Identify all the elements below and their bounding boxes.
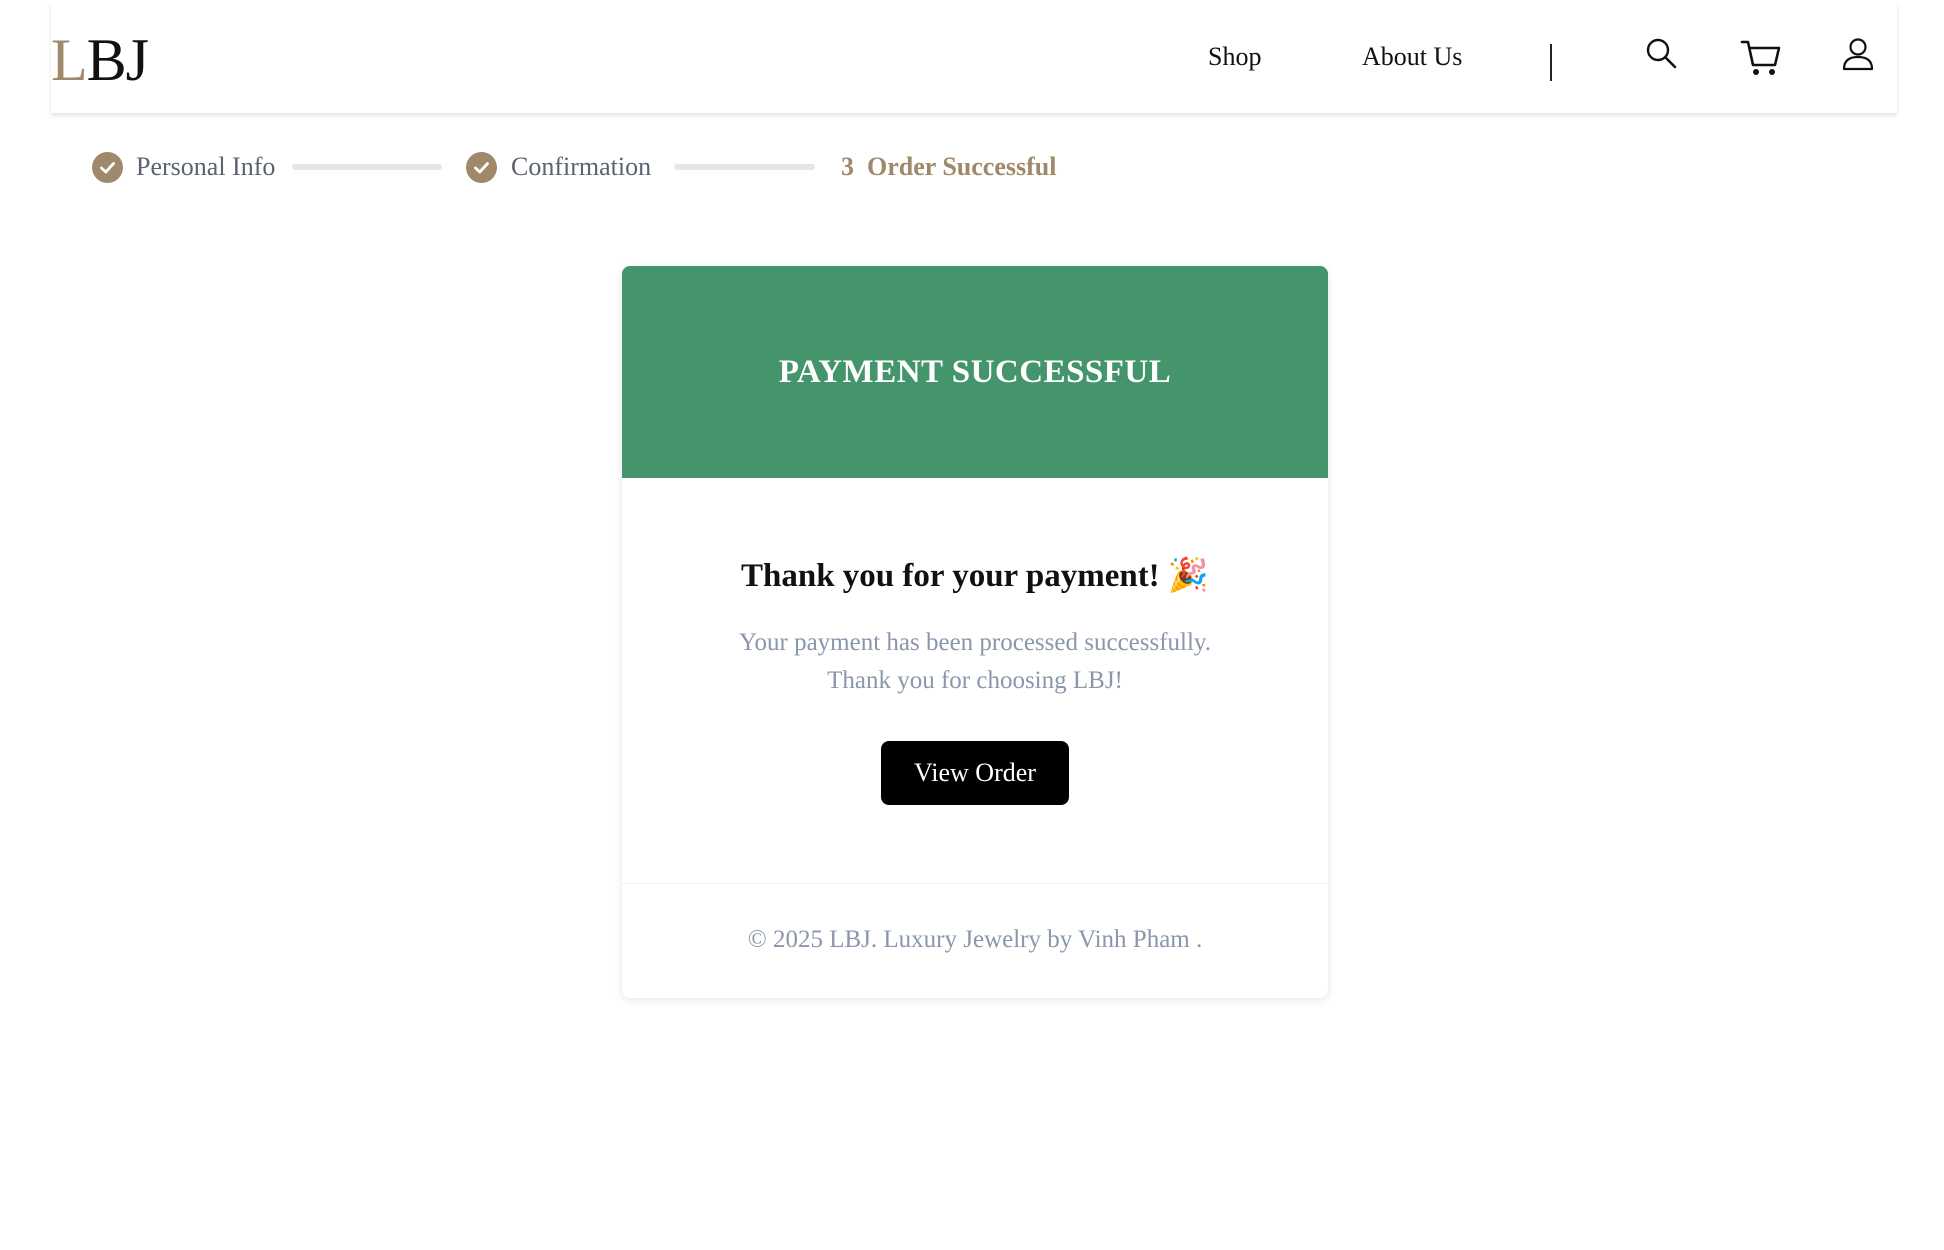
step-order-successful-label: Order Successful bbox=[867, 152, 1057, 181]
step-personal-info-label: Personal Info bbox=[136, 152, 276, 181]
payment-success-card: PAYMENT SUCCESSFUL Thank you for your pa… bbox=[622, 266, 1328, 998]
nav-divider bbox=[1550, 44, 1552, 81]
cart-icon[interactable] bbox=[1740, 38, 1782, 78]
nav-about-link[interactable]: About Us bbox=[1362, 42, 1462, 72]
step-number: 3 bbox=[841, 152, 854, 181]
banner-title: PAYMENT SUCCESSFUL bbox=[778, 353, 1172, 390]
party-popper-icon: 🎉 bbox=[1167, 558, 1210, 594]
step-confirmation-label: Confirmation bbox=[511, 152, 652, 181]
search-icon[interactable] bbox=[1644, 36, 1680, 72]
user-icon[interactable] bbox=[1840, 36, 1876, 72]
card-footer-copyright: © 2025 LBJ. Luxury Jewelry by Vinh Pham … bbox=[747, 926, 1203, 953]
nav-shop-link[interactable]: Shop bbox=[1208, 42, 1261, 72]
step-complete-check-icon bbox=[92, 152, 123, 183]
thank-you-heading: Thank you for your payment! 🎉 bbox=[622, 556, 1328, 595]
step-complete-check-icon bbox=[466, 152, 497, 183]
site-header: LBJ Shop About Us bbox=[51, 0, 1897, 113]
step-connector bbox=[292, 164, 442, 170]
step-connector bbox=[674, 164, 815, 170]
view-order-button[interactable]: View Order bbox=[881, 741, 1069, 805]
card-divider bbox=[622, 883, 1328, 884]
success-banner: PAYMENT SUCCESSFUL bbox=[622, 266, 1328, 478]
success-message-line-2: Thank you for choosing LBJ! bbox=[827, 667, 1123, 694]
logo-letters-bj: BJ bbox=[86, 27, 149, 93]
logo[interactable]: LBJ bbox=[51, 27, 149, 93]
success-message-line-1: Your payment has been processed successf… bbox=[738, 629, 1212, 656]
thank-you-heading-text: Thank you for your payment! bbox=[740, 558, 1160, 594]
logo-letter-l: L bbox=[51, 27, 88, 93]
